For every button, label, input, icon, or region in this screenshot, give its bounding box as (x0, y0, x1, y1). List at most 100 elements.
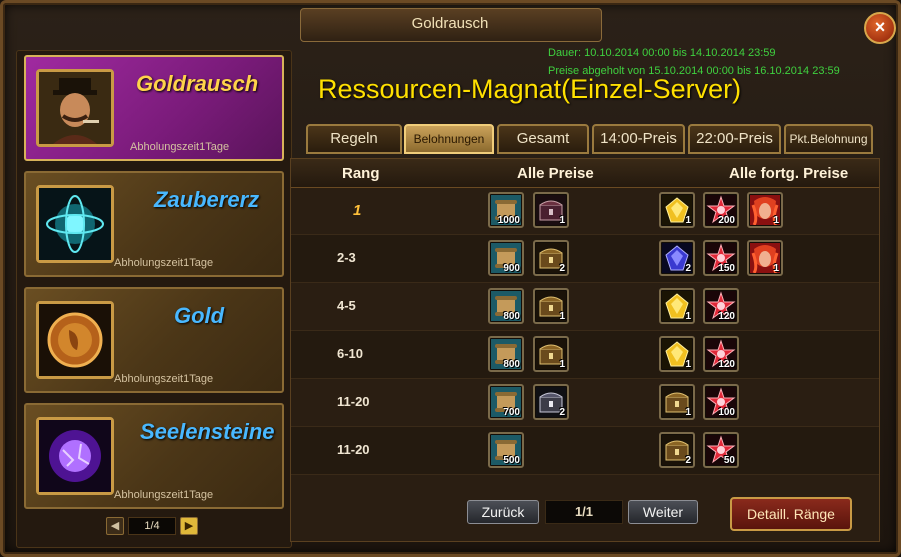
rank-label: 2-3 (337, 250, 356, 265)
tab-gesamt[interactable]: Gesamt (497, 124, 589, 154)
scroll-icon[interactable]: 900 (488, 240, 524, 276)
dark-chest-icon[interactable]: 1 (533, 192, 569, 228)
scroll-icon[interactable]: 700 (488, 384, 524, 420)
detail-ranks-button[interactable]: Detaill. Ränge (730, 497, 852, 531)
card-title: Zaubererz (154, 187, 260, 212)
tab-regeln[interactable]: Regeln (306, 124, 402, 154)
scroll-icon[interactable]: 1000 (488, 192, 524, 228)
item-quantity: 1 (685, 359, 691, 370)
close-button[interactable]: × (864, 12, 896, 44)
table-row: 2-3 900 2 2 150 1 (291, 235, 879, 283)
rank-label: 4-5 (337, 298, 356, 313)
gold-chest-icon[interactable]: 1 (533, 288, 569, 324)
pager-next-button[interactable]: ▶ (180, 517, 198, 535)
window-title: Goldrausch (411, 15, 489, 32)
item-quantity: 1 (773, 263, 779, 274)
scroll-icon[interactable]: 500 (488, 432, 524, 468)
red-gem-icon[interactable]: 120 (703, 288, 739, 324)
rank-label: 11-20 (337, 442, 370, 457)
item-quantity: 500 (503, 455, 520, 466)
item-quantity: 800 (503, 311, 520, 322)
silver-chest-icon[interactable]: 2 (533, 384, 569, 420)
gold-crystal-icon[interactable]: 1 (659, 336, 695, 372)
hero-portrait-icon[interactable]: 1 (747, 192, 783, 228)
rank-label: 11-20 (337, 394, 370, 409)
item-quantity: 1 (559, 359, 565, 370)
soul-stone-icon (36, 417, 114, 495)
card-title: Goldrausch (136, 71, 259, 96)
table-row: 6-10 800 1 1 120 (291, 331, 879, 379)
item-quantity: 1 (559, 215, 565, 226)
item-quantity: 50 (723, 455, 735, 466)
item-quantity: 700 (503, 407, 520, 418)
red-gem-icon[interactable]: 150 (703, 240, 739, 276)
card-claim-time: Abholungszeit1Tage (130, 141, 230, 153)
magic-orb-icon (36, 185, 114, 263)
item-quantity: 1 (685, 407, 691, 418)
page-indicator: 1/1 (545, 500, 623, 524)
table-row: 11-20 500 2 50 (291, 427, 879, 475)
blue-crystal-icon[interactable]: 2 (659, 240, 695, 276)
item-quantity: 2 (559, 263, 565, 274)
item-quantity: 2 (685, 455, 691, 466)
gold-chest-icon[interactable]: 1 (659, 384, 695, 420)
event-card-goldrausch[interactable]: Goldrausch Abholungszeit1Tage (24, 55, 284, 161)
rank-label: 6-10 (337, 346, 364, 361)
gold-crystal-icon[interactable]: 1 (659, 288, 695, 324)
event-title: Ressourcen-Magnat(Einzel-Server) (318, 74, 742, 104)
red-gem-icon[interactable]: 100 (703, 384, 739, 420)
red-gem-icon[interactable]: 120 (703, 336, 739, 372)
event-card-zaubererz[interactable]: Zaubererz Abholungszeit1Tage (24, 171, 284, 277)
tab-14-preis[interactable]: 14:00-Preis (592, 124, 685, 154)
card-claim-time: Abholungszeit1Tage (114, 257, 214, 269)
item-quantity: 2 (559, 407, 565, 418)
gold-chest-icon[interactable]: 2 (533, 240, 569, 276)
card-claim-time: Abholungszeit1Tage (114, 489, 214, 501)
item-quantity: 1 (773, 215, 779, 226)
rewards-table: Rang Alle Preise Alle fortg. Preise 1 100… (290, 158, 880, 542)
item-quantity: 120 (718, 359, 735, 370)
item-quantity: 150 (718, 263, 735, 274)
red-gem-icon[interactable]: 50 (703, 432, 739, 468)
tab-pkt-belohnung[interactable]: Pkt.Belohnung (784, 124, 873, 154)
back-button[interactable]: Zurück (467, 500, 539, 524)
gold-coin-icon (36, 301, 114, 379)
event-card-gold[interactable]: Gold Abholungszeit1Tage (24, 287, 284, 393)
header-rank: Rang (342, 165, 380, 182)
next-button[interactable]: Weiter (628, 500, 698, 524)
pager-indicator: 1/4 (128, 517, 176, 535)
item-quantity: 2 (685, 263, 691, 274)
item-quantity: 100 (718, 407, 735, 418)
table-header: Rang Alle Preise Alle fortg. Preise (291, 159, 879, 188)
tab-22-preis[interactable]: 22:00-Preis (688, 124, 781, 154)
gentleman-portrait-icon (36, 69, 114, 147)
item-quantity: 1 (559, 311, 565, 322)
event-card-seelensteine[interactable]: Seelensteine Abholungszeit1Tage (24, 403, 284, 509)
gold-chest-icon[interactable]: 2 (659, 432, 695, 468)
table-row: 11-20 700 2 1 100 (291, 379, 879, 427)
card-claim-time: Abholungszeit1Tage (114, 373, 214, 385)
gold-chest-icon[interactable]: 1 (533, 336, 569, 372)
item-quantity: 900 (503, 263, 520, 274)
item-quantity: 200 (718, 215, 735, 226)
item-quantity: 1000 (497, 215, 520, 226)
header-advanced-prizes: Alle fortg. Preise (729, 165, 849, 182)
header-all-prizes: Alle Preise (517, 165, 594, 182)
card-title: Seelensteine (140, 419, 275, 444)
scroll-icon[interactable]: 800 (488, 336, 524, 372)
table-row: 1 1000 1 1 200 1 (291, 187, 879, 235)
gold-crystal-icon[interactable]: 1 (659, 192, 695, 228)
red-gem-icon[interactable]: 200 (703, 192, 739, 228)
tab-belohnungen[interactable]: Belohnungen (404, 124, 494, 154)
hero-portrait-icon[interactable]: 1 (747, 240, 783, 276)
scroll-icon[interactable]: 800 (488, 288, 524, 324)
item-quantity: 120 (718, 311, 735, 322)
item-quantity: 800 (503, 359, 520, 370)
rank-label: 1 (353, 202, 362, 219)
item-quantity: 1 (685, 215, 691, 226)
item-quantity: 1 (685, 311, 691, 322)
event-list: Goldrausch Abholungszeit1Tage Zaubererz … (16, 50, 292, 548)
event-duration: Dauer: 10.10.2014 00:00 bis 14.10.2014 2… (548, 47, 776, 59)
pager-prev-button[interactable]: ◀ (106, 517, 124, 535)
table-row: 4-5 800 1 1 120 (291, 283, 879, 331)
